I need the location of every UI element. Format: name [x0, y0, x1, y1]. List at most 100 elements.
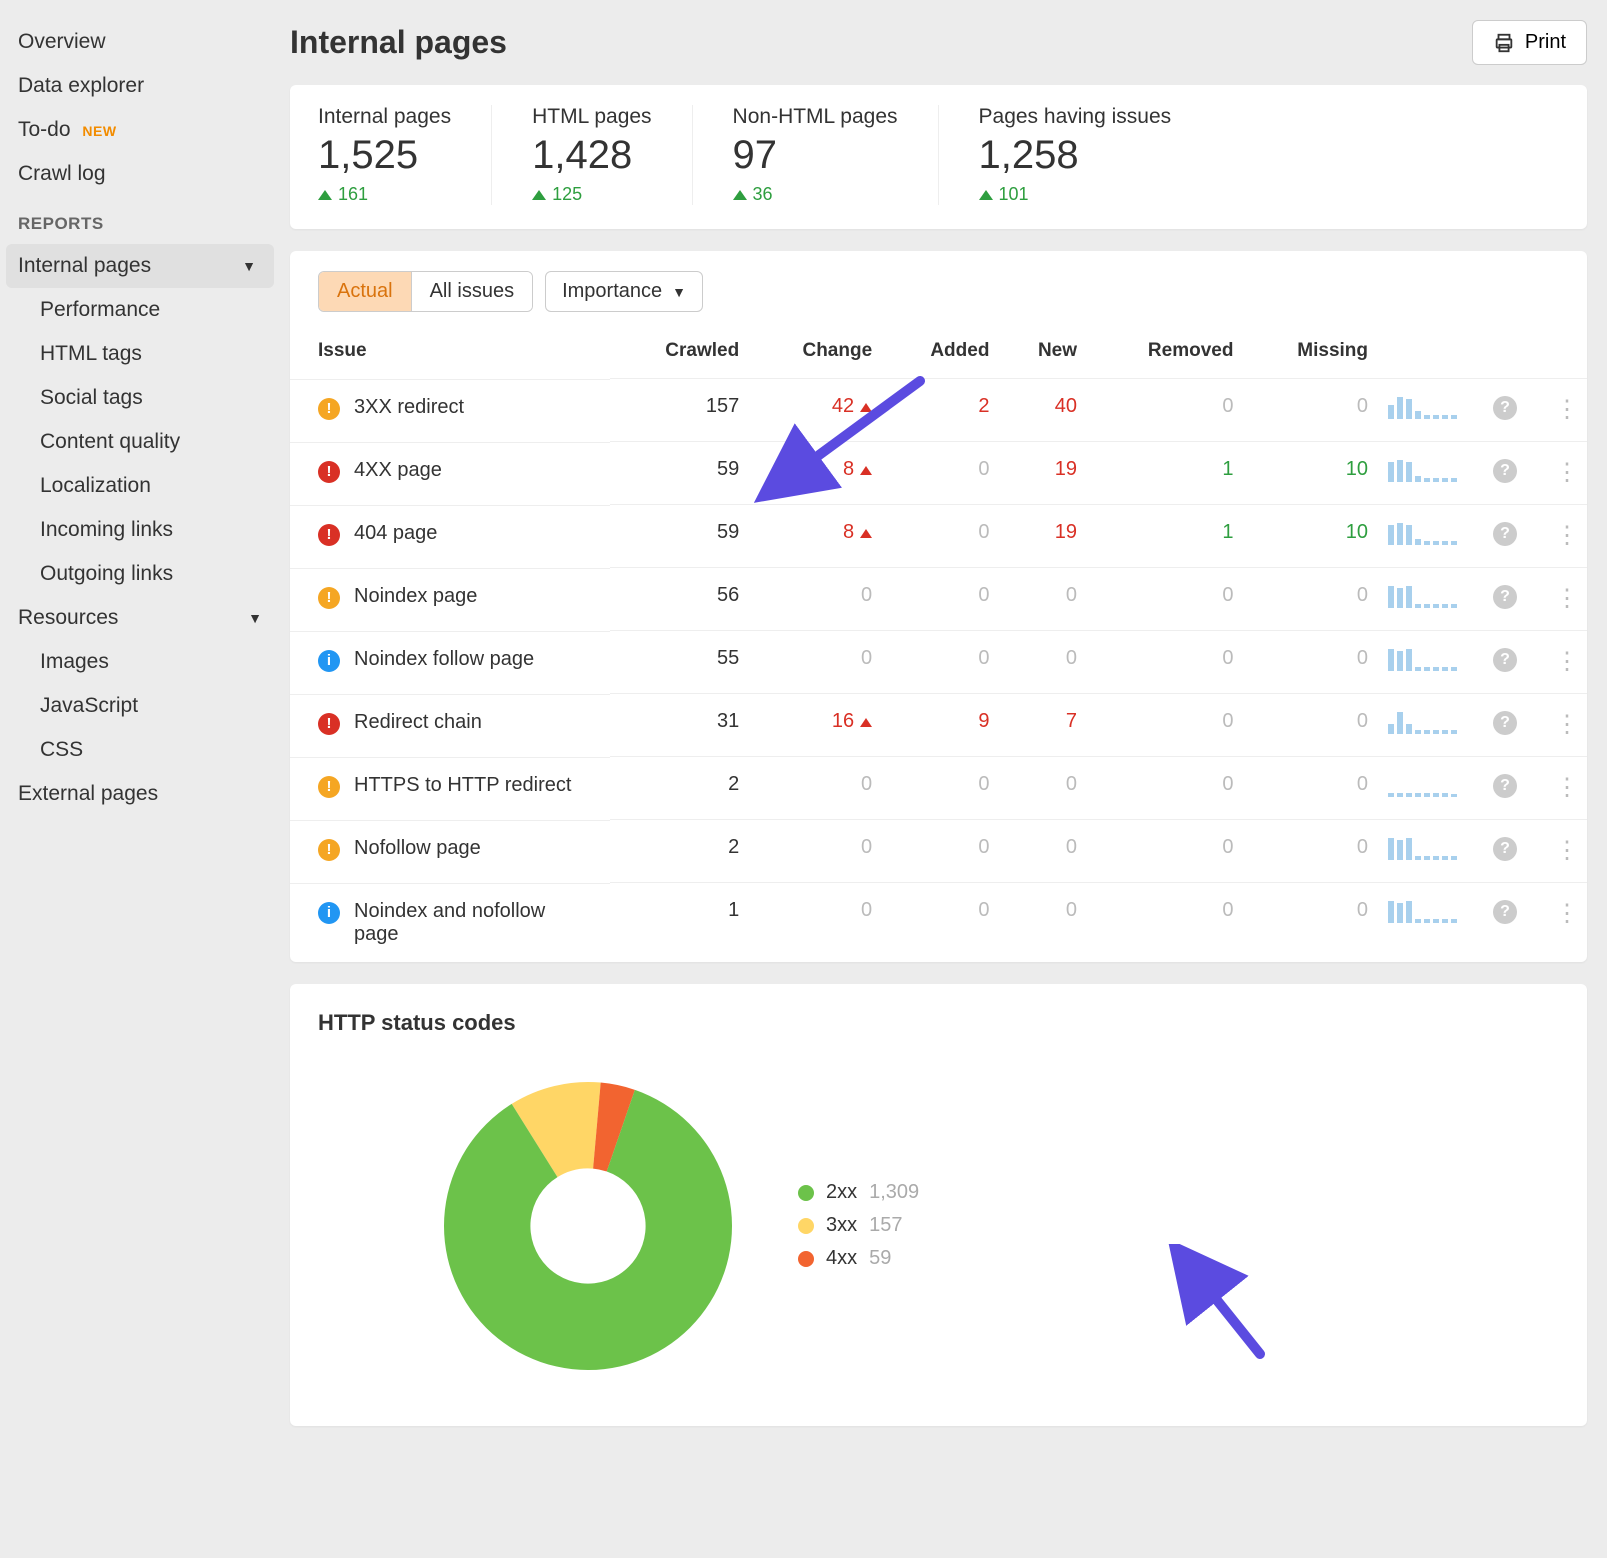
- col-issue[interactable]: Issue: [290, 328, 610, 379]
- all-issues-tab[interactable]: All issues: [411, 272, 532, 311]
- nav-external-pages[interactable]: External pages: [0, 772, 280, 816]
- more-icon[interactable]: ⋮: [1555, 837, 1577, 864]
- cell-actions[interactable]: ⋮: [1527, 379, 1587, 442]
- nav-internal-pages[interactable]: Internal pages ▼: [6, 244, 274, 288]
- table-row[interactable]: !Redirect chain 31 16 9 7 0 0 ? ⋮: [290, 694, 1587, 757]
- nav-overview[interactable]: Overview: [0, 20, 280, 64]
- table-row[interactable]: !Nofollow page 2 0 0 0 0 0 ? ⋮: [290, 820, 1587, 883]
- col-removed[interactable]: Removed: [1087, 328, 1243, 379]
- help-icon[interactable]: ?: [1493, 522, 1517, 546]
- nav-social-tags[interactable]: Social tags: [0, 376, 280, 420]
- nav-localization[interactable]: Localization: [0, 464, 280, 508]
- donut-chart[interactable]: [428, 1066, 748, 1386]
- nav-data-explorer[interactable]: Data explorer: [0, 64, 280, 108]
- print-button[interactable]: Print: [1472, 20, 1587, 65]
- stat-value[interactable]: 1,258: [979, 133, 1172, 178]
- legend-item[interactable]: 2xx 1,309: [798, 1181, 919, 1204]
- nav-incoming-links[interactable]: Incoming links: [0, 508, 280, 552]
- table-row[interactable]: !404 page 59 8 0 19 1 10 ? ⋮: [290, 505, 1587, 568]
- nav-javascript[interactable]: JavaScript: [0, 684, 280, 728]
- cell-actions[interactable]: ⋮: [1527, 442, 1587, 505]
- more-icon[interactable]: ⋮: [1555, 396, 1577, 423]
- cell-sparkline: [1378, 568, 1467, 631]
- more-icon[interactable]: ⋮: [1555, 459, 1577, 486]
- help-icon[interactable]: ?: [1493, 396, 1517, 420]
- nav-html-tags[interactable]: HTML tags: [0, 332, 280, 376]
- issues-table: Issue Crawled Change Added New Removed M…: [290, 328, 1587, 962]
- stat-value[interactable]: 97: [733, 133, 898, 178]
- cell-help[interactable]: ?: [1467, 820, 1527, 883]
- issue-name: Redirect chain: [354, 711, 482, 734]
- cell-actions[interactable]: ⋮: [1527, 883, 1587, 962]
- col-added[interactable]: Added: [882, 328, 999, 379]
- nav-outgoing-links[interactable]: Outgoing links: [0, 552, 280, 596]
- issue-name: Nofollow page: [354, 837, 481, 860]
- cell-crawled: 1: [610, 883, 749, 962]
- legend-dot-icon: [798, 1251, 814, 1267]
- cell-help[interactable]: ?: [1467, 694, 1527, 757]
- help-icon[interactable]: ?: [1493, 648, 1517, 672]
- cell-help[interactable]: ?: [1467, 379, 1527, 442]
- stat-delta: 36: [733, 184, 898, 205]
- help-icon[interactable]: ?: [1493, 900, 1517, 924]
- cell-change: 0: [749, 757, 882, 820]
- table-row[interactable]: !Noindex page 56 0 0 0 0 0 ? ⋮: [290, 568, 1587, 631]
- more-icon[interactable]: ⋮: [1555, 774, 1577, 801]
- help-icon[interactable]: ?: [1493, 711, 1517, 735]
- nav-internal-pages-label: Internal pages: [18, 254, 151, 278]
- severity-icon: !: [318, 713, 340, 735]
- importance-dropdown[interactable]: Importance ▼: [545, 271, 703, 312]
- stat-value[interactable]: 1,428: [532, 133, 651, 178]
- nav-images[interactable]: Images: [0, 640, 280, 684]
- cell-help[interactable]: ?: [1467, 631, 1527, 694]
- col-crawled[interactable]: Crawled: [610, 328, 749, 379]
- sparkline-icon: [1388, 899, 1457, 923]
- more-icon[interactable]: ⋮: [1555, 711, 1577, 738]
- help-icon[interactable]: ?: [1493, 837, 1517, 861]
- nav-todo[interactable]: To-do NEW: [0, 108, 280, 152]
- help-icon[interactable]: ?: [1493, 585, 1517, 609]
- table-row[interactable]: iNoindex follow page 55 0 0 0 0 0 ? ⋮: [290, 631, 1587, 694]
- table-row[interactable]: !4XX page 59 8 0 19 1 10 ? ⋮: [290, 442, 1587, 505]
- cell-missing: 0: [1243, 631, 1378, 694]
- table-row[interactable]: iNoindex and nofollow page 1 0 0 0 0 0 ?…: [290, 883, 1587, 962]
- col-missing[interactable]: Missing: [1243, 328, 1378, 379]
- legend-item[interactable]: 3xx 157: [798, 1214, 919, 1237]
- actual-tab[interactable]: Actual: [319, 272, 411, 311]
- help-icon[interactable]: ?: [1493, 459, 1517, 483]
- col-change[interactable]: Change: [749, 328, 882, 379]
- stat-value[interactable]: 1,525: [318, 133, 451, 178]
- help-icon[interactable]: ?: [1493, 774, 1517, 798]
- cell-actions[interactable]: ⋮: [1527, 505, 1587, 568]
- cell-help[interactable]: ?: [1467, 442, 1527, 505]
- cell-actions[interactable]: ⋮: [1527, 694, 1587, 757]
- table-row[interactable]: !3XX redirect 157 42 2 40 0 0 ? ⋮: [290, 379, 1587, 442]
- issue-name: 4XX page: [354, 459, 442, 482]
- more-icon[interactable]: ⋮: [1555, 585, 1577, 612]
- more-icon[interactable]: ⋮: [1555, 900, 1577, 927]
- cell-missing: 0: [1243, 757, 1378, 820]
- nav-resources[interactable]: Resources ▼: [0, 596, 280, 640]
- nav-css[interactable]: CSS: [0, 728, 280, 772]
- nav-content-quality[interactable]: Content quality: [0, 420, 280, 464]
- issues-card: Actual All issues Importance ▼ Issue Cra…: [290, 251, 1587, 962]
- cell-actions[interactable]: ⋮: [1527, 568, 1587, 631]
- sparkline-icon: [1388, 395, 1457, 419]
- cell-actions[interactable]: ⋮: [1527, 820, 1587, 883]
- more-icon[interactable]: ⋮: [1555, 522, 1577, 549]
- nav-performance[interactable]: Performance: [0, 288, 280, 332]
- cell-help[interactable]: ?: [1467, 505, 1527, 568]
- cell-actions[interactable]: ⋮: [1527, 757, 1587, 820]
- triangle-up-icon: [860, 718, 872, 727]
- col-new[interactable]: New: [999, 328, 1087, 379]
- nav-crawl-log[interactable]: Crawl log: [0, 152, 280, 196]
- table-row[interactable]: !HTTPS to HTTP redirect 2 0 0 0 0 0 ? ⋮: [290, 757, 1587, 820]
- cell-help[interactable]: ?: [1467, 883, 1527, 962]
- triangle-up-icon: [860, 529, 872, 538]
- cell-help[interactable]: ?: [1467, 568, 1527, 631]
- legend-item[interactable]: 4xx 59: [798, 1247, 919, 1270]
- severity-icon: i: [318, 902, 340, 924]
- cell-help[interactable]: ?: [1467, 757, 1527, 820]
- cell-actions[interactable]: ⋮: [1527, 631, 1587, 694]
- more-icon[interactable]: ⋮: [1555, 648, 1577, 675]
